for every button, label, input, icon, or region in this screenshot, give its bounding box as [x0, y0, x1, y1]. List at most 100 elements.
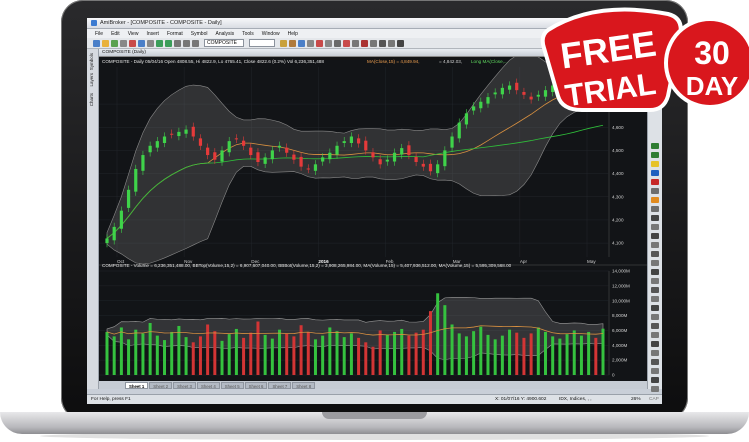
candle-body	[234, 138, 238, 140]
drawing-tool-icon[interactable]	[651, 287, 659, 293]
drawing-tool-icon[interactable]	[651, 206, 659, 212]
sheet-tab[interactable]: Sheet 8	[292, 381, 316, 389]
candle-body	[119, 210, 123, 229]
volume-bar	[479, 326, 483, 375]
drawing-tool-icon[interactable]	[651, 197, 659, 203]
price-tick-label: 4,400	[612, 171, 624, 176]
volume-tick-label: 0	[612, 373, 615, 378]
sheet-tab[interactable]: Sheet 1	[125, 381, 149, 389]
drawing-tool-icon[interactable]	[651, 359, 659, 365]
volume-bar	[198, 336, 202, 375]
volume-bar	[572, 330, 576, 375]
volume-bar	[234, 328, 238, 375]
price-tick-label: 4,100	[612, 241, 624, 246]
sheet-tab[interactable]: Sheet 5	[220, 381, 244, 389]
drawing-tool-icon[interactable]	[651, 314, 659, 320]
volume-tick-label: 6,000M	[612, 328, 627, 333]
candle-body	[392, 152, 397, 162]
sheet-tab[interactable]: Sheet 2	[149, 381, 173, 389]
candle-body	[306, 168, 310, 170]
drawing-tool-icon[interactable]	[651, 368, 659, 374]
volume-tick-label: 8,000M	[612, 313, 627, 318]
drawing-tool-icon[interactable]	[651, 350, 659, 356]
status-market-info: IDX, Indices, , ,	[559, 397, 592, 402]
volume-bar	[134, 329, 138, 375]
drawing-tool-icon[interactable]	[651, 143, 659, 149]
drawing-tool-icon[interactable]	[651, 323, 659, 329]
drawing-tool-icon[interactable]	[651, 152, 659, 158]
candle-body	[436, 164, 440, 174]
sheet-tab[interactable]: Sheet 6	[244, 381, 268, 389]
candle-body	[220, 150, 224, 162]
candle-body	[371, 152, 375, 158]
drawing-tool-icon[interactable]	[651, 188, 659, 194]
candle-body	[400, 148, 404, 155]
drawing-tool-icon[interactable]	[651, 251, 659, 257]
volume-bar	[493, 339, 497, 375]
drawing-tool-icon[interactable]	[651, 179, 659, 185]
sheet-tab[interactable]: Sheet 7	[268, 381, 292, 389]
drawing-tool-icon[interactable]	[651, 260, 659, 266]
drawing-tool-icon[interactable]	[651, 269, 659, 275]
volume-bar	[579, 335, 583, 375]
drawing-tool-icon[interactable]	[651, 296, 659, 302]
candle-body	[378, 159, 382, 165]
volume-pane-header: COMPOSITE - Volume = 6,236,351,488.00, B…	[102, 263, 512, 268]
candle-body	[450, 136, 454, 148]
volume-bar	[163, 340, 167, 375]
volume-bar	[285, 333, 289, 375]
volume-bar	[529, 333, 533, 375]
volume-bar	[443, 305, 447, 375]
volume-bar	[393, 331, 397, 375]
volume-bar	[170, 331, 174, 375]
drawing-tool-icon[interactable]	[651, 224, 659, 230]
candle-body	[112, 226, 116, 241]
volume-bar	[184, 337, 188, 375]
sheet-tab[interactable]: Sheet 4	[196, 381, 220, 389]
sheet-tab[interactable]: Sheet 3	[173, 381, 196, 389]
candle-body	[170, 133, 174, 135]
volume-bar	[357, 337, 361, 375]
candle-body	[184, 129, 188, 134]
drawing-tool-icon[interactable]	[651, 161, 659, 167]
drawing-tool-icon[interactable]	[651, 332, 659, 338]
volume-bar	[127, 339, 131, 375]
candle-body	[126, 189, 131, 208]
candle-body	[342, 141, 346, 143]
time-tick-label: Apr	[520, 259, 528, 264]
drawing-tool-icon[interactable]	[651, 278, 659, 284]
volume-bar	[371, 346, 375, 375]
drawing-tool-icon[interactable]	[651, 386, 659, 392]
volume-bar	[486, 334, 490, 375]
drawing-tool-icon[interactable]	[651, 233, 659, 239]
volume-bar	[306, 331, 310, 375]
drawing-tool-icon[interactable]	[651, 242, 659, 248]
volume-bar	[119, 327, 123, 375]
laptop-notch	[322, 412, 427, 419]
drawing-tool-icon[interactable]	[651, 377, 659, 383]
candle-body	[428, 163, 433, 172]
volume-bar	[342, 337, 346, 375]
volume-bar	[587, 331, 591, 375]
candle-body	[421, 163, 425, 167]
volume-bar	[249, 332, 253, 375]
candle-body	[141, 155, 145, 171]
volume-bar	[536, 327, 540, 375]
volume-bar	[428, 311, 432, 375]
volume-bar	[551, 336, 555, 375]
volume-bar	[500, 335, 504, 375]
drawing-tool-icon[interactable]	[651, 215, 659, 221]
candle-body	[385, 159, 389, 162]
drawing-tool-icon[interactable]	[651, 305, 659, 311]
drawing-tool-icon[interactable]	[651, 341, 659, 347]
volume-bar	[378, 330, 382, 375]
candle-body	[105, 238, 109, 244]
volume-bar	[400, 328, 404, 375]
drawing-tool-icon[interactable]	[651, 170, 659, 176]
volume-bar	[450, 324, 454, 375]
volume-bar	[270, 338, 274, 375]
candle-body	[349, 136, 354, 143]
volume-tick-label: 14,000M	[612, 269, 630, 274]
candle-body	[256, 152, 260, 162]
volume-bar	[385, 334, 389, 375]
